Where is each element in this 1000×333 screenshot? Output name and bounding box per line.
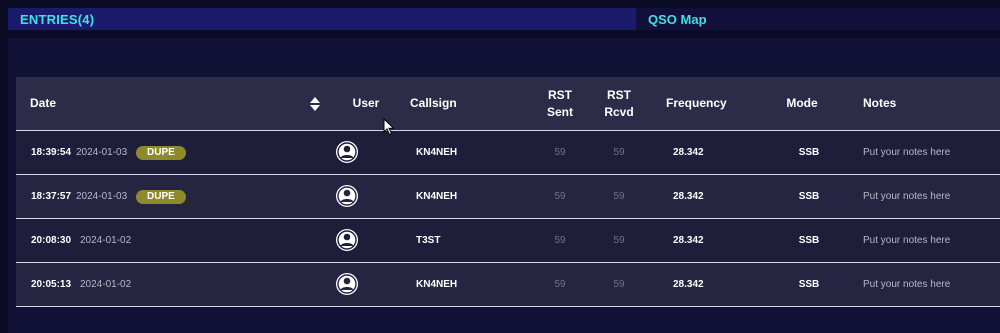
table-row[interactable]: 20:05:13 2024-01-02 KN4NEH 59 59 28.342 … — [16, 263, 1000, 307]
entry-time: 18:39:54 — [31, 147, 72, 158]
header-rst-sent-line2: Sent — [546, 104, 573, 119]
entry-frequency: 28.342 — [673, 191, 704, 202]
entry-mode: SSB — [798, 147, 820, 158]
header-notes: Notes — [863, 96, 897, 110]
entry-callsign: KN4NEH — [416, 147, 458, 158]
entry-date: 2024-01-02 — [80, 235, 132, 246]
entry-notes[interactable]: Put your notes here — [863, 263, 950, 306]
entry-mode: SSB — [798, 191, 820, 202]
sort-icon[interactable] — [310, 97, 320, 111]
header-rst-rcvd-line2: Rcvd — [604, 104, 634, 119]
entry-rst-sent: 59 — [554, 147, 566, 158]
entry-time: 20:08:30 — [31, 235, 72, 246]
user-avatar-icon[interactable] — [335, 272, 359, 296]
dupe-badge-cell: DUPE — [136, 131, 186, 174]
entry-mode: SSB — [798, 235, 820, 246]
tab-bar: ENTRIES(4) QSO Map — [8, 8, 1000, 30]
tab-qso-map[interactable]: QSO Map — [636, 8, 1000, 30]
entry-frequency: 28.342 — [673, 235, 704, 246]
header-mode: Mode — [786, 96, 818, 110]
user-avatar-icon[interactable] — [335, 184, 359, 208]
entry-rst-rcvd: 59 — [613, 147, 625, 158]
entry-notes[interactable]: Put your notes here — [863, 175, 950, 218]
entry-date: 2024-01-03 — [76, 147, 128, 158]
dupe-badge: DUPE — [136, 189, 186, 204]
entry-notes[interactable]: Put your notes here — [863, 219, 950, 262]
entry-date: 2024-01-03 — [76, 191, 128, 202]
user-avatar-icon[interactable] — [335, 228, 359, 252]
user-avatar-icon[interactable] — [335, 140, 359, 164]
entry-frequency: 28.342 — [673, 279, 704, 290]
entry-time: 20:05:13 — [31, 279, 72, 290]
entry-time: 18:37:57 — [31, 191, 72, 202]
entries-table: Date User Callsign RST Sent RST Rcvd Fre… — [16, 77, 1000, 307]
entry-frequency: 28.342 — [673, 147, 704, 158]
header-user: User — [352, 96, 380, 110]
entry-callsign: KN4NEH — [416, 191, 458, 202]
mouse-cursor-icon — [383, 118, 395, 136]
dupe-badge: DUPE — [136, 145, 186, 160]
entry-rst-sent: 59 — [554, 191, 566, 202]
table-header: Date User Callsign RST Sent RST Rcvd Fre… — [16, 77, 1000, 131]
tab-qso-map-label: QSO Map — [648, 11, 707, 27]
table-row[interactable]: 18:37:57 2024-01-03 DUPE KN4NEH 59 59 28… — [16, 175, 1000, 219]
header-rst-rcvd-line1: RST — [607, 87, 631, 102]
header-callsign: Callsign — [410, 96, 457, 110]
entry-rst-rcvd: 59 — [613, 235, 625, 246]
header-date[interactable]: Date — [30, 77, 56, 130]
entry-mode: SSB — [798, 279, 820, 290]
entry-rst-rcvd: 59 — [613, 279, 625, 290]
entry-callsign: T3ST — [416, 235, 441, 246]
entry-notes[interactable]: Put your notes here — [863, 131, 950, 174]
header-rst-sent-line1: RST — [548, 87, 572, 102]
entry-callsign: KN4NEH — [416, 279, 458, 290]
table-row[interactable]: 20:08:30 2024-01-02 T3ST 59 59 28.342 SS… — [16, 219, 1000, 263]
tab-entries-label: ENTRIES(4) — [20, 11, 95, 27]
entry-rst-sent: 59 — [554, 235, 566, 246]
header-rst-rcvd: RST Rcvd — [599, 77, 639, 130]
header-rst-sent: RST Sent — [540, 77, 580, 130]
dupe-badge-cell: DUPE — [136, 175, 186, 218]
entry-rst-sent: 59 — [554, 279, 566, 290]
tab-entries[interactable]: ENTRIES(4) — [8, 8, 636, 30]
header-frequency: Frequency — [666, 96, 727, 110]
entry-rst-rcvd: 59 — [613, 191, 625, 202]
table-row[interactable]: 18:39:54 2024-01-03 DUPE KN4NEH 59 59 28… — [16, 131, 1000, 175]
entry-date: 2024-01-02 — [80, 279, 132, 290]
